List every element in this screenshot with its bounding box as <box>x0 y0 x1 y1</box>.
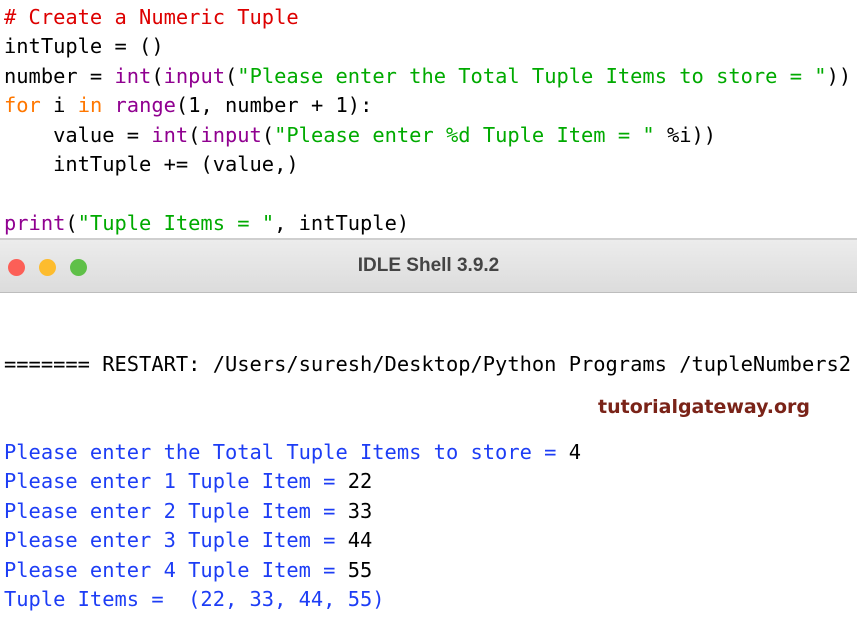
shell-prompt: Please enter 2 Tuple Item = <box>4 498 348 523</box>
window-title: IDLE Shell 3.9.2 <box>357 255 500 276</box>
code-token: ( <box>225 63 238 88</box>
code-token: int <box>151 122 189 147</box>
shell-line: Please enter 1 Tuple Item = 22 <box>4 467 851 496</box>
code-token: ( <box>188 122 201 147</box>
code-token: value = <box>4 122 152 147</box>
code-token: "Please enter %d Tuple Item = " <box>274 122 655 147</box>
shell-prompt: Please enter 3 Tuple Item = <box>4 528 348 553</box>
code-editor[interactable]: # Create a Numeric Tuple intTuple = () num… <box>4 3 851 238</box>
code-line: for i in range(1, number + 1): <box>4 91 851 120</box>
shell-line: Please enter 3 Tuple Item = 44 <box>4 526 851 555</box>
code-token: int <box>114 63 152 88</box>
code-token: in <box>77 93 103 118</box>
code-token: , intTuple) <box>274 210 410 235</box>
code-token: (1, number + 1): <box>175 93 373 118</box>
code-line: print("Tuple Items = ", intTuple) <box>4 209 851 238</box>
shell-user-input: 33 <box>347 498 373 523</box>
shell-user-input: 44 <box>347 528 373 553</box>
shell-user-input: 55 <box>347 557 373 582</box>
code-line: number = int(input("Please enter the Tot… <box>4 62 851 91</box>
code-token: range <box>114 93 176 118</box>
restart-line: ======= RESTART: /Users/suresh/Desktop/P… <box>4 351 852 376</box>
shell-user-input: 22 <box>347 469 373 494</box>
shell-line: Please enter 4 Tuple Item = 55 <box>4 556 851 585</box>
code-token: ( <box>151 63 164 88</box>
shell-output[interactable]: ======= RESTART: /Users/suresh/Desktop/P… <box>4 291 851 644</box>
shell-prompt: Please enter 4 Tuple Item = <box>4 557 348 582</box>
idle-shell-titlebar: IDLE Shell 3.9.2 <box>0 240 857 293</box>
code-line: # Create a Numeric Tuple <box>4 3 851 32</box>
code-token: input <box>163 63 226 88</box>
shell-user-input: 4 <box>568 440 581 465</box>
code-token: ( <box>261 122 275 147</box>
code-token: %i)) <box>654 122 717 147</box>
code-token: ( <box>65 210 78 235</box>
shell-line: Please enter the Total Tuple Items to st… <box>4 438 851 467</box>
code-token: "Tuple Items = " <box>77 210 275 235</box>
shell-line: Tuple Items = (22, 33, 44, 55) <box>4 585 851 614</box>
watermark-logo: tutorialgateway.org <box>598 396 811 418</box>
code-token: intTuple = () <box>4 34 164 59</box>
shell-line: Please enter 2 Tuple Item = 33 <box>4 497 851 526</box>
code-token: )) <box>826 63 852 88</box>
code-token: for <box>4 93 41 118</box>
code-token: i <box>40 93 78 118</box>
code-token: # Create a Numeric Tuple <box>4 5 299 29</box>
code-token: number = <box>4 63 115 88</box>
code-token: intTuple += (value,) <box>4 151 299 176</box>
code-line: intTuple += (value,) <box>4 150 851 179</box>
code-token: input <box>200 122 262 147</box>
shell-prompt: Please enter the Total Tuple Items to st… <box>4 440 569 465</box>
code-line: intTuple = () <box>4 32 851 61</box>
code-line: value = int(input("Please enter %d Tuple… <box>4 121 851 150</box>
shell-prompt: Please enter 1 Tuple Item = <box>4 469 348 494</box>
code-token: print <box>4 210 66 235</box>
code-token: "Please enter the Total Tuple Items to s… <box>237 63 827 88</box>
shell-prompt: Tuple Items = (22, 33, 44, 55) <box>4 586 385 611</box>
